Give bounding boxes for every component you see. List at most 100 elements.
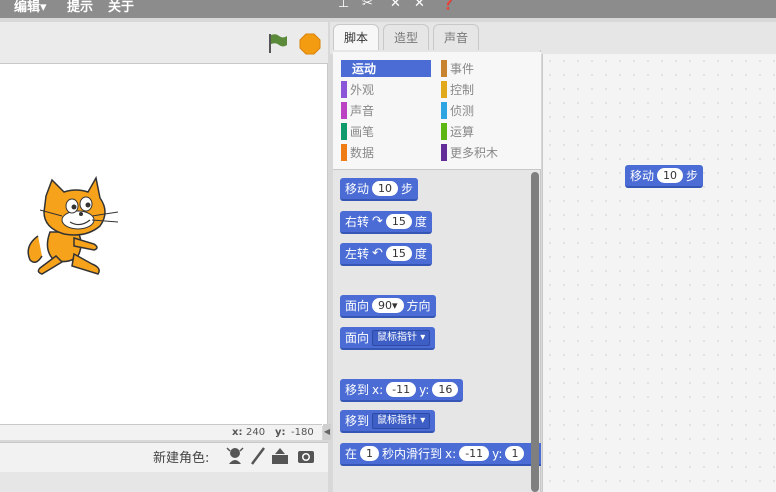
seconds-input[interactable]: 1: [360, 446, 380, 461]
x-label: x:: [232, 427, 243, 438]
camera-icon[interactable]: [296, 446, 316, 466]
menu-tips[interactable]: 提示: [67, 0, 93, 15]
block-label: 度: [414, 247, 427, 261]
rotate-counterclockwise-icon: ↶: [372, 246, 383, 261]
category-label: 运动: [352, 62, 377, 76]
category-color: [441, 123, 447, 140]
block-label: 移到: [345, 414, 370, 428]
direction-input[interactable]: 90▾: [372, 298, 404, 313]
stage[interactable]: [0, 64, 328, 426]
category-label: 运算: [450, 125, 475, 139]
category-motion[interactable]: 运动: [341, 60, 431, 77]
category-label: 事件: [450, 62, 475, 76]
sprite-list: [0, 472, 328, 492]
category-events[interactable]: 事件: [441, 60, 531, 77]
category-sensing[interactable]: 侦测: [441, 102, 531, 119]
move-steps-block[interactable]: 移动 10 步: [340, 178, 419, 201]
mouse-coordinates: x: 240 y: -180: [0, 424, 322, 440]
block-label: 步: [686, 169, 699, 183]
category-label: 控制: [450, 83, 475, 97]
paint-new-sprite-icon[interactable]: [248, 446, 268, 466]
steps-input[interactable]: 10: [372, 181, 399, 196]
grow-icon[interactable]: ✕: [390, 0, 401, 11]
x-input[interactable]: -11: [459, 446, 490, 461]
y-value: -180: [291, 427, 314, 438]
turn-left-block[interactable]: 左转 ↶ 15 度: [340, 243, 432, 266]
block-label: 秒内滑行到: [382, 447, 443, 461]
duplicate-icon[interactable]: ⊥: [338, 0, 349, 11]
block-label: y:: [492, 446, 503, 461]
menu-bar: 编辑▾ 提示 关于 ⊥ ✂ ✕ ✕ ❓: [0, 0, 776, 18]
block-label: 面向: [345, 331, 370, 345]
block-label: 面向: [345, 299, 370, 313]
block-label: 在: [345, 447, 358, 461]
turn-right-block[interactable]: 右转 ↷ 15 度: [340, 211, 432, 234]
block-label: 步: [401, 182, 414, 196]
category-label: 外观: [350, 83, 375, 97]
block-label: 移动: [345, 182, 370, 196]
y-input[interactable]: 1: [505, 446, 525, 461]
palette-scrollbar[interactable]: [531, 172, 539, 492]
block-label: x:: [372, 382, 384, 397]
target-dropdown[interactable]: 鼠标指针 ▾: [372, 329, 431, 346]
degrees-input[interactable]: 15: [385, 246, 412, 261]
category-sound[interactable]: 声音: [341, 102, 431, 119]
target-dropdown[interactable]: 鼠标指针 ▾: [372, 412, 431, 429]
goto-target-block[interactable]: 移到 鼠标指针 ▾: [340, 410, 436, 433]
point-in-direction-block[interactable]: 面向 90▾ 方向: [340, 295, 436, 318]
shrink-icon[interactable]: ✕: [414, 0, 425, 11]
menu-about[interactable]: 关于: [108, 0, 134, 15]
category-color: [341, 123, 347, 140]
block-label: 右转: [345, 215, 370, 229]
dropdown-value: 鼠标指针: [377, 331, 418, 343]
block-label: 方向: [406, 299, 431, 313]
script-move-steps-block[interactable]: 移动 10 步: [625, 165, 704, 188]
x-input[interactable]: -11: [386, 382, 417, 397]
tab-costumes[interactable]: 造型: [383, 24, 430, 50]
choose-sprite-from-library-icon[interactable]: [225, 446, 245, 466]
category-looks[interactable]: 外观: [341, 81, 431, 98]
category-control[interactable]: 控制: [441, 81, 531, 98]
delete-icon[interactable]: ✂: [362, 0, 373, 11]
upload-sprite-icon[interactable]: [270, 446, 290, 466]
x-value: 240: [246, 427, 266, 438]
help-icon[interactable]: ❓: [440, 0, 456, 11]
green-flag-icon[interactable]: [266, 32, 288, 54]
category-color: [341, 144, 347, 161]
degrees-input[interactable]: 15: [385, 214, 412, 229]
y-label: y:: [275, 427, 286, 438]
category-color: [441, 81, 447, 98]
rotate-clockwise-icon: ↷: [372, 214, 383, 229]
category-label: 声音: [350, 104, 375, 118]
category-color: [441, 144, 447, 161]
category-color: [441, 60, 447, 77]
new-sprite-label: 新建角色:: [153, 451, 210, 466]
steps-input[interactable]: 10: [657, 168, 684, 183]
block-label: 左转: [345, 247, 370, 261]
y-input[interactable]: 16: [432, 382, 459, 397]
block-label: 移动: [630, 169, 655, 183]
category-data[interactable]: 数据: [341, 144, 431, 161]
menu-edit[interactable]: 编辑▾: [14, 0, 47, 15]
goto-xy-block[interactable]: 移到 x: -11 y: 16: [340, 379, 464, 402]
dropdown-value: 鼠标指针: [377, 414, 418, 426]
collapse-stage-button[interactable]: ◀: [323, 424, 331, 440]
cat-sprite[interactable]: [22, 176, 126, 280]
category-color: [341, 81, 347, 98]
stop-icon[interactable]: [299, 33, 321, 55]
glide-block[interactable]: 在 1 秒内滑行到 x: -11 y: 1: [340, 443, 541, 466]
category-label: 更多积木: [450, 146, 499, 160]
category-color: [341, 102, 347, 119]
category-label: 侦测: [450, 104, 475, 118]
block-label: 移到: [345, 383, 370, 397]
category-operators[interactable]: 运算: [441, 123, 531, 140]
tab-sounds[interactable]: 声音: [433, 24, 480, 50]
point-towards-block[interactable]: 面向 鼠标指针 ▾: [340, 327, 436, 350]
script-area[interactable]: [542, 54, 776, 492]
category-label: 数据: [350, 146, 375, 160]
category-pen[interactable]: 画笔: [341, 123, 431, 140]
block-label: x:: [445, 446, 457, 461]
block-label: y:: [419, 382, 430, 397]
tab-scripts[interactable]: 脚本: [333, 24, 380, 50]
category-more-blocks[interactable]: 更多积木: [441, 144, 531, 161]
